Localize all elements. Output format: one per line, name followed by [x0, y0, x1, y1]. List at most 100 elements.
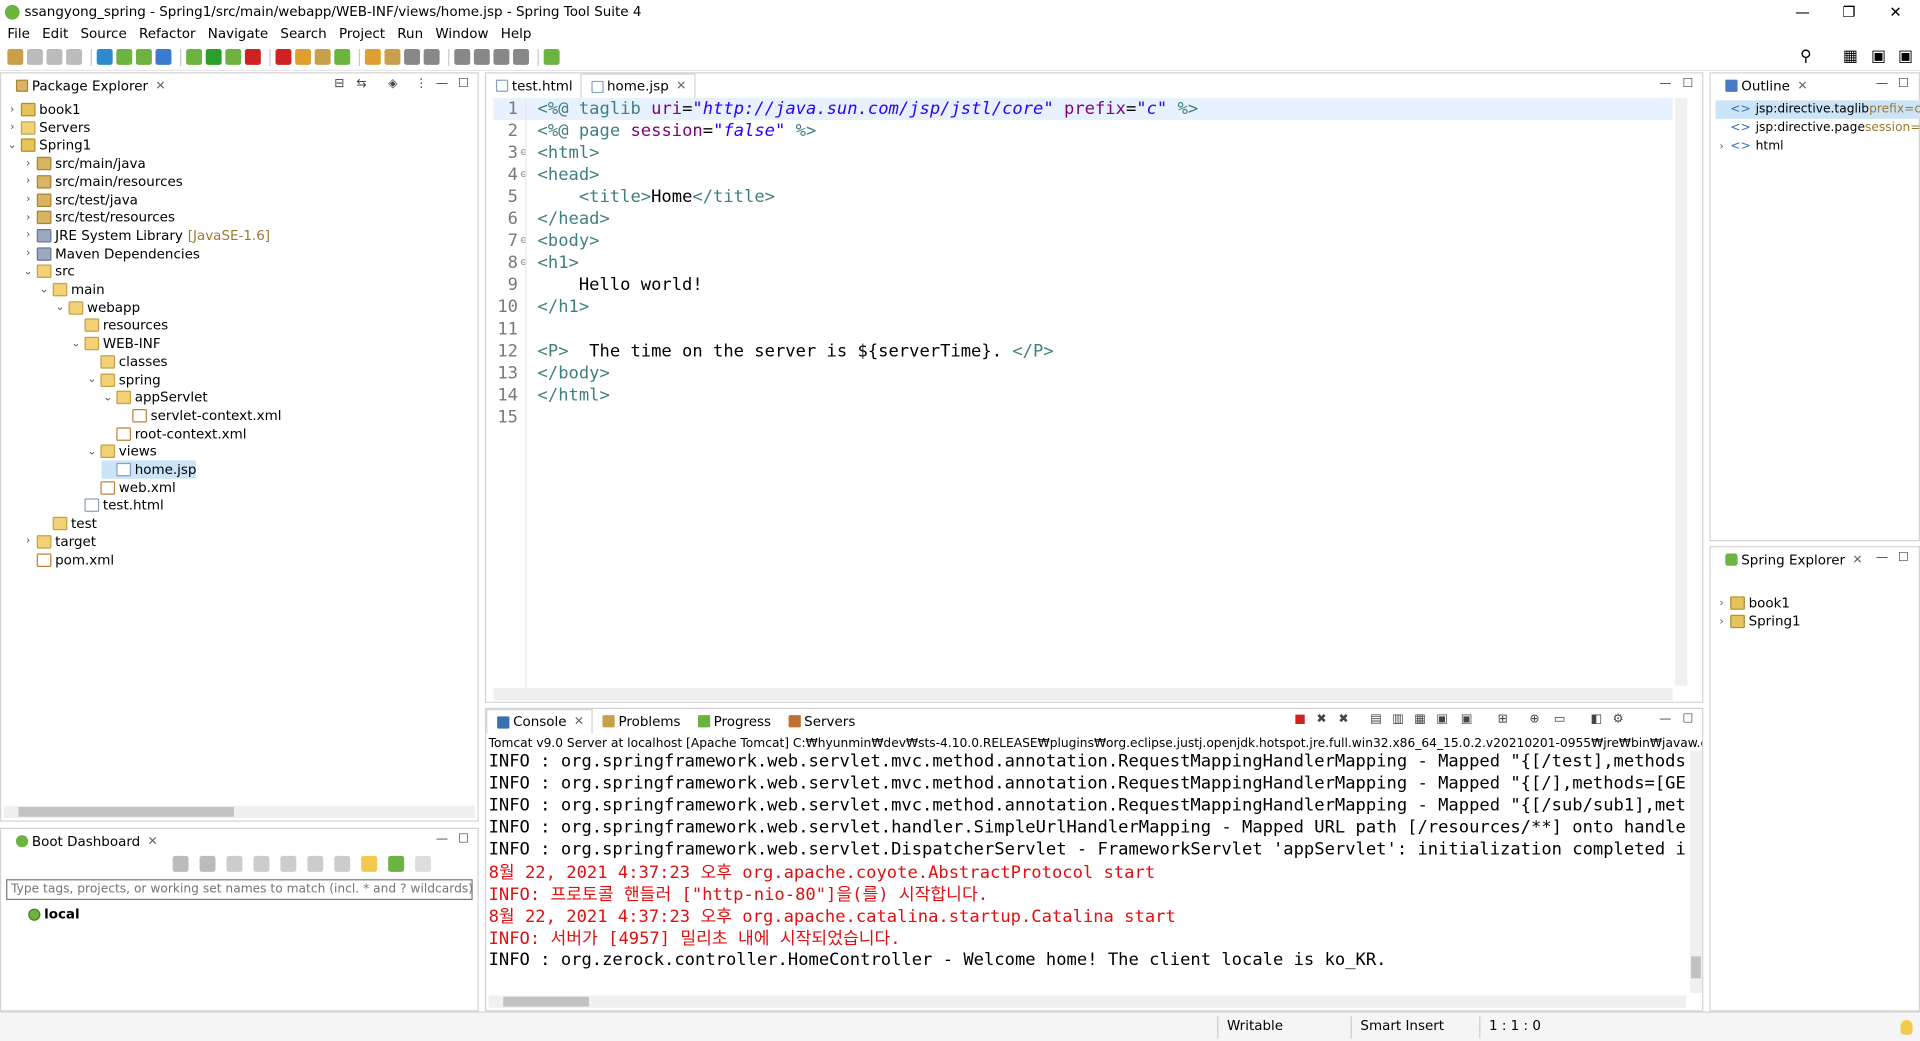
- tree-item[interactable]: resources: [70, 316, 168, 334]
- tree-item[interactable]: › target: [22, 532, 96, 550]
- maximize-view-icon[interactable]: ☐: [1898, 551, 1909, 564]
- menu-refactor[interactable]: Refactor: [139, 26, 196, 42]
- minimize-view-icon[interactable]: —: [1876, 551, 1888, 564]
- console-tab-problems[interactable]: Problems: [593, 709, 688, 733]
- tree-item[interactable]: root-context.xml: [102, 424, 246, 442]
- clear-console-icon[interactable]: ▤: [1370, 713, 1382, 726]
- minimize-button[interactable]: —: [1778, 0, 1827, 23]
- collapse-all-icon[interactable]: ⊟: [334, 77, 344, 90]
- new-package-icon[interactable]: [314, 48, 331, 65]
- open-browser-icon[interactable]: [253, 855, 270, 872]
- back-icon[interactable]: [493, 48, 510, 65]
- outline-item[interactable]: › <> html: [1716, 137, 1783, 155]
- menu-search[interactable]: Search: [280, 26, 326, 42]
- menu-file[interactable]: File: [7, 26, 30, 42]
- skip-breakpoints-icon[interactable]: [116, 48, 133, 65]
- perspective-icon[interactable]: ▦: [1843, 48, 1858, 66]
- tree-item[interactable]: test: [38, 514, 97, 532]
- maximize-view-icon[interactable]: ☐: [1682, 77, 1693, 90]
- menu-project[interactable]: Project: [339, 26, 385, 42]
- console-horizontal-scrollbar[interactable]: [488, 995, 1687, 1008]
- tree-item[interactable]: › JRE System Library [JavaSE-1.6]: [22, 226, 270, 244]
- display-console-icon[interactable]: ▭: [1554, 713, 1566, 726]
- collapsed-chevron-icon[interactable]: ›: [1716, 140, 1728, 152]
- expanded-chevron-icon[interactable]: ⌄: [54, 301, 66, 313]
- editor-tab-home-jsp[interactable]: home.jsp ✕: [580, 73, 695, 98]
- remove-all-icon[interactable]: ✖: [1338, 713, 1348, 726]
- console-tab-progress[interactable]: Progress: [688, 709, 779, 733]
- fold-toggle-icon[interactable]: ⊖: [520, 257, 535, 269]
- horizontal-scrollbar[interactable]: [3, 805, 476, 818]
- new-project-icon[interactable]: [295, 48, 312, 65]
- fold-toggle-icon[interactable]: ⊖: [520, 169, 535, 181]
- collapsed-chevron-icon[interactable]: ›: [22, 157, 34, 169]
- edit-icon[interactable]: [307, 855, 324, 872]
- stop-icon[interactable]: [244, 48, 261, 65]
- coverage-icon[interactable]: [225, 48, 242, 65]
- show-on-error-icon[interactable]: ▣: [1461, 713, 1473, 726]
- collapsed-chevron-icon[interactable]: ›: [22, 211, 34, 223]
- scrollbar-thumb[interactable]: [503, 996, 589, 1007]
- console-icon[interactable]: [280, 855, 297, 872]
- tree-item[interactable]: ⌄ WEB-INF: [70, 334, 160, 352]
- collapsed-chevron-icon[interactable]: ›: [1716, 615, 1728, 627]
- boot-dashboard-item-local[interactable]: local: [26, 905, 80, 923]
- tree-item[interactable]: test.html: [70, 496, 164, 514]
- package-explorer-tab[interactable]: Package Explorer ✕: [6, 73, 173, 97]
- properties-icon[interactable]: [334, 855, 351, 872]
- maximize-button[interactable]: ❐: [1825, 0, 1874, 23]
- close-icon[interactable]: ✕: [574, 715, 584, 728]
- tree-item[interactable]: ⌄ webapp: [54, 298, 140, 316]
- boot-icon[interactable]: [135, 48, 152, 65]
- outline-tab[interactable]: Outline ✕: [1716, 73, 1815, 97]
- expanded-chevron-icon[interactable]: ⌄: [102, 391, 114, 403]
- collapsed-chevron-icon[interactable]: ›: [22, 175, 34, 187]
- tree-item[interactable]: › Maven Dependencies: [22, 244, 200, 262]
- menu-navigate[interactable]: Navigate: [208, 26, 268, 42]
- spring-explorer-item[interactable]: › book1: [1716, 594, 1790, 612]
- save-all-icon[interactable]: [46, 48, 63, 65]
- boot-dashboard-tab[interactable]: Boot Dashboard ✕: [6, 829, 165, 853]
- collapsed-chevron-icon[interactable]: ›: [22, 535, 34, 547]
- menu-source[interactable]: Source: [80, 26, 126, 42]
- word-wrap-icon[interactable]: ▦: [1414, 713, 1426, 726]
- new-icon[interactable]: [7, 48, 24, 65]
- minimize-view-icon[interactable]: —: [436, 833, 448, 846]
- collapsed-chevron-icon[interactable]: ›: [6, 103, 18, 115]
- tree-item[interactable]: servlet-context.xml: [118, 406, 281, 424]
- minimize-view-icon[interactable]: —: [1659, 713, 1671, 726]
- menu-help[interactable]: Help: [501, 26, 532, 42]
- spring-explorer-item[interactable]: › Spring1: [1716, 612, 1800, 630]
- last-edit-icon[interactable]: [473, 48, 490, 65]
- maximize-view-icon[interactable]: ☐: [1898, 77, 1909, 90]
- console-output[interactable]: INFO : org.springframework.web.servlet.m…: [486, 751, 1687, 991]
- tree-item[interactable]: › src/test/resources: [22, 208, 175, 226]
- open-task-icon[interactable]: [384, 48, 401, 65]
- tree-item[interactable]: web.xml: [86, 478, 176, 496]
- globe-icon[interactable]: [155, 48, 172, 65]
- open-type-icon[interactable]: [364, 48, 381, 65]
- close-button[interactable]: ✕: [1871, 0, 1920, 23]
- view-menu-icon[interactable]: [415, 855, 432, 872]
- menu-run[interactable]: Run: [397, 26, 423, 42]
- expanded-chevron-icon[interactable]: ⌄: [6, 139, 18, 151]
- tree-item[interactable]: ⌄ Spring1: [6, 136, 92, 154]
- lightbulb-icon[interactable]: [361, 855, 378, 872]
- expanded-chevron-icon[interactable]: ⌄: [22, 265, 34, 277]
- editor-tab-test-html[interactable]: test.html: [486, 73, 580, 97]
- boot-dashboard-filter-input[interactable]: [6, 879, 473, 901]
- lightbulb-icon[interactable]: [1900, 1020, 1913, 1035]
- external-tools-icon[interactable]: [275, 48, 292, 65]
- java-perspective-icon[interactable]: ▣: [1871, 48, 1886, 66]
- close-icon[interactable]: ✕: [148, 834, 158, 847]
- expanded-chevron-icon[interactable]: ⌄: [86, 445, 98, 457]
- spring-explorer-tab[interactable]: Spring Explorer ✕: [1716, 547, 1871, 571]
- menu-edit[interactable]: Edit: [42, 26, 68, 42]
- next-annotation-icon[interactable]: [423, 48, 440, 65]
- maximize-view-icon[interactable]: ☐: [458, 77, 469, 90]
- tree-item[interactable]: pom.xml: [22, 550, 114, 568]
- debug-icon[interactable]: [199, 855, 216, 872]
- tree-item[interactable]: ⌄ src: [22, 262, 75, 280]
- fold-toggle-icon[interactable]: ⊖: [520, 147, 535, 159]
- console-tab-console[interactable]: Console ✕: [486, 708, 593, 734]
